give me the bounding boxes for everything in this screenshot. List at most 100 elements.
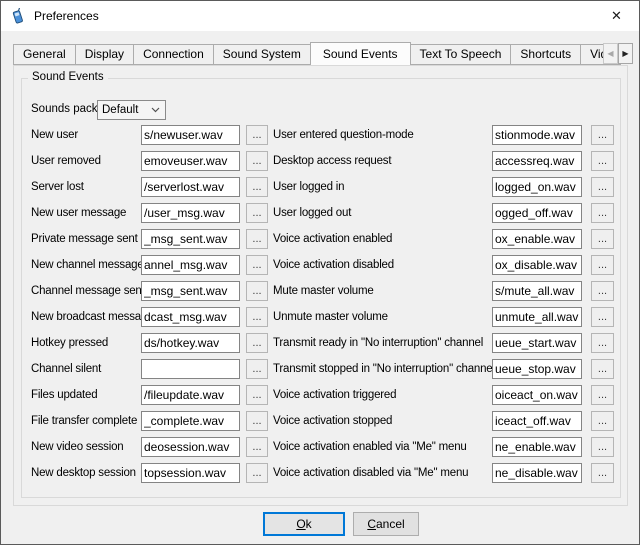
browse-button-mute-master-volume[interactable]: ... — [591, 281, 614, 301]
group-title: Sound Events — [28, 71, 108, 83]
event-sound-file-input-voice-activation-triggered[interactable] — [492, 385, 582, 405]
browse-button-desktop-access-request[interactable]: ... — [591, 151, 614, 171]
event-sound-file-input-channel-message-sent[interactable] — [141, 281, 240, 301]
event-sound-file-input-transmit-ready-in-no-interruption-channel[interactable] — [492, 333, 582, 353]
tab-connection[interactable]: Connection — [133, 44, 214, 65]
preferences-dialog: Preferences ✕ GeneralDisplayConnectionSo… — [0, 0, 640, 545]
event-sound-file-input-channel-silent[interactable] — [141, 359, 240, 379]
browse-button-channel-message-sent[interactable]: ... — [246, 281, 268, 301]
event-label-transmit-stopped-in-no-interruption-channel: Transmit stopped in "No interruption" ch… — [273, 362, 495, 376]
event-sound-file-input-private-message-sent[interactable] — [141, 229, 240, 249]
browse-button-user-logged-in[interactable]: ... — [591, 177, 614, 197]
browse-button-transmit-ready-in-no-interruption-channel[interactable]: ... — [591, 333, 614, 353]
event-label-new-user: New user — [31, 128, 78, 142]
event-sound-file-input-voice-activation-enabled-via-me-menu[interactable] — [492, 437, 582, 457]
tab-text-to-speech[interactable]: Text To Speech — [410, 44, 512, 65]
event-sound-file-input-new-user[interactable] — [141, 125, 240, 145]
event-sound-file-input-new-video-session[interactable] — [141, 437, 240, 457]
event-sound-file-input-hotkey-pressed[interactable] — [141, 333, 240, 353]
event-label-voice-activation-stopped: Voice activation stopped — [273, 414, 392, 428]
event-sound-file-input-files-updated[interactable] — [141, 385, 240, 405]
tab-scroll-buttons: ◀ ▶ — [603, 43, 633, 64]
event-label-channel-message-sent: Channel message sent — [31, 284, 145, 298]
browse-button-user-entered-question-mode[interactable]: ... — [591, 125, 614, 145]
browse-button-channel-silent[interactable]: ... — [246, 359, 268, 379]
event-label-user-entered-question-mode: User entered question-mode — [273, 128, 414, 142]
event-sound-file-input-user-logged-in[interactable] — [492, 177, 582, 197]
event-sound-file-input-voice-activation-disabled-via-me-menu[interactable] — [492, 463, 582, 483]
ok-button[interactable]: Ok — [263, 512, 345, 536]
browse-button-new-desktop-session[interactable]: ... — [246, 463, 268, 483]
event-label-voice-activation-disabled-via-me-menu: Voice activation disabled via "Me" menu — [273, 466, 468, 480]
event-sound-file-input-new-desktop-session[interactable] — [141, 463, 240, 483]
browse-button-transmit-stopped-in-no-interruption-channel[interactable]: ... — [591, 359, 614, 379]
browse-button-user-removed[interactable]: ... — [246, 151, 268, 171]
event-label-mute-master-volume: Mute master volume — [273, 284, 374, 298]
sounds-pack-label: Sounds pack — [31, 103, 98, 115]
tab-general[interactable]: General — [13, 44, 76, 65]
arrow-left-icon: ◀ — [607, 49, 613, 58]
browse-button-voice-activation-enabled-via-me-menu[interactable]: ... — [591, 437, 614, 457]
browse-button-private-message-sent[interactable]: ... — [246, 229, 268, 249]
tab-display[interactable]: Display — [75, 44, 134, 65]
event-label-voice-activation-disabled: Voice activation disabled — [273, 258, 394, 272]
event-label-unmute-master-volume: Unmute master volume — [273, 310, 388, 324]
cancel-button[interactable]: Cancel — [353, 512, 419, 536]
titlebar: Preferences ✕ — [1, 1, 639, 31]
event-sound-file-input-transmit-stopped-in-no-interruption-channel[interactable] — [492, 359, 582, 379]
event-label-server-lost: Server lost — [31, 180, 84, 194]
event-sound-file-input-voice-activation-disabled[interactable] — [492, 255, 582, 275]
event-sound-file-input-mute-master-volume[interactable] — [492, 281, 582, 301]
event-sound-file-input-user-removed[interactable] — [141, 151, 240, 171]
tab-bar: GeneralDisplayConnectionSound SystemSoun… — [13, 42, 621, 65]
browse-button-user-logged-out[interactable]: ... — [591, 203, 614, 223]
sounds-pack-select[interactable]: Default — [97, 100, 166, 120]
event-label-transmit-ready-in-no-interruption-channel: Transmit ready in "No interruption" chan… — [273, 336, 483, 350]
browse-button-voice-activation-stopped[interactable]: ... — [591, 411, 614, 431]
app-icon — [10, 8, 26, 24]
event-sound-file-input-new-broadcast-message[interactable] — [141, 307, 240, 327]
event-sound-file-input-new-channel-message[interactable] — [141, 255, 240, 275]
browse-button-voice-activation-disabled-via-me-menu[interactable]: ... — [591, 463, 614, 483]
event-label-file-transfer-complete: File transfer complete — [31, 414, 137, 428]
browse-button-new-user[interactable]: ... — [246, 125, 268, 145]
event-label-voice-activation-triggered: Voice activation triggered — [273, 388, 396, 402]
event-label-new-desktop-session: New desktop session — [31, 466, 136, 480]
event-label-voice-activation-enabled: Voice activation enabled — [273, 232, 392, 246]
browse-button-voice-activation-disabled[interactable]: ... — [591, 255, 614, 275]
tab-sound-system[interactable]: Sound System — [213, 44, 311, 65]
browse-button-voice-activation-enabled[interactable]: ... — [591, 229, 614, 249]
event-sound-file-input-file-transfer-complete[interactable] — [141, 411, 240, 431]
event-sound-file-input-voice-activation-enabled[interactable] — [492, 229, 582, 249]
browse-button-new-channel-message[interactable]: ... — [246, 255, 268, 275]
event-sound-file-input-new-user-message[interactable] — [141, 203, 240, 223]
browse-button-new-video-session[interactable]: ... — [246, 437, 268, 457]
event-label-user-removed: User removed — [31, 154, 101, 168]
event-label-desktop-access-request: Desktop access request — [273, 154, 391, 168]
event-sound-file-input-voice-activation-stopped[interactable] — [492, 411, 582, 431]
tab-shortcuts[interactable]: Shortcuts — [510, 44, 581, 65]
event-sound-file-input-user-entered-question-mode[interactable] — [492, 125, 582, 145]
chevron-down-icon — [151, 107, 160, 113]
window-title: Preferences — [34, 1, 99, 31]
browse-button-voice-activation-triggered[interactable]: ... — [591, 385, 614, 405]
tab-scroll-right-button[interactable]: ▶ — [618, 43, 633, 64]
event-sound-file-input-unmute-master-volume[interactable] — [492, 307, 582, 327]
close-button[interactable]: ✕ — [594, 1, 639, 31]
event-sound-file-input-desktop-access-request[interactable] — [492, 151, 582, 171]
browse-button-unmute-master-volume[interactable]: ... — [591, 307, 614, 327]
browse-button-server-lost[interactable]: ... — [246, 177, 268, 197]
tab-scroll-left-button[interactable]: ◀ — [603, 43, 618, 64]
event-sound-file-input-server-lost[interactable] — [141, 177, 240, 197]
browse-button-files-updated[interactable]: ... — [246, 385, 268, 405]
event-label-files-updated: Files updated — [31, 388, 97, 402]
event-label-voice-activation-enabled-via-me-menu: Voice activation enabled via "Me" menu — [273, 440, 467, 454]
event-label-new-broadcast-message: New broadcast message — [31, 310, 153, 324]
event-label-new-user-message: New user message — [31, 206, 126, 220]
browse-button-new-user-message[interactable]: ... — [246, 203, 268, 223]
tab-sound-events[interactable]: Sound Events — [310, 42, 411, 65]
browse-button-file-transfer-complete[interactable]: ... — [246, 411, 268, 431]
browse-button-new-broadcast-message[interactable]: ... — [246, 307, 268, 327]
event-sound-file-input-user-logged-out[interactable] — [492, 203, 582, 223]
browse-button-hotkey-pressed[interactable]: ... — [246, 333, 268, 353]
